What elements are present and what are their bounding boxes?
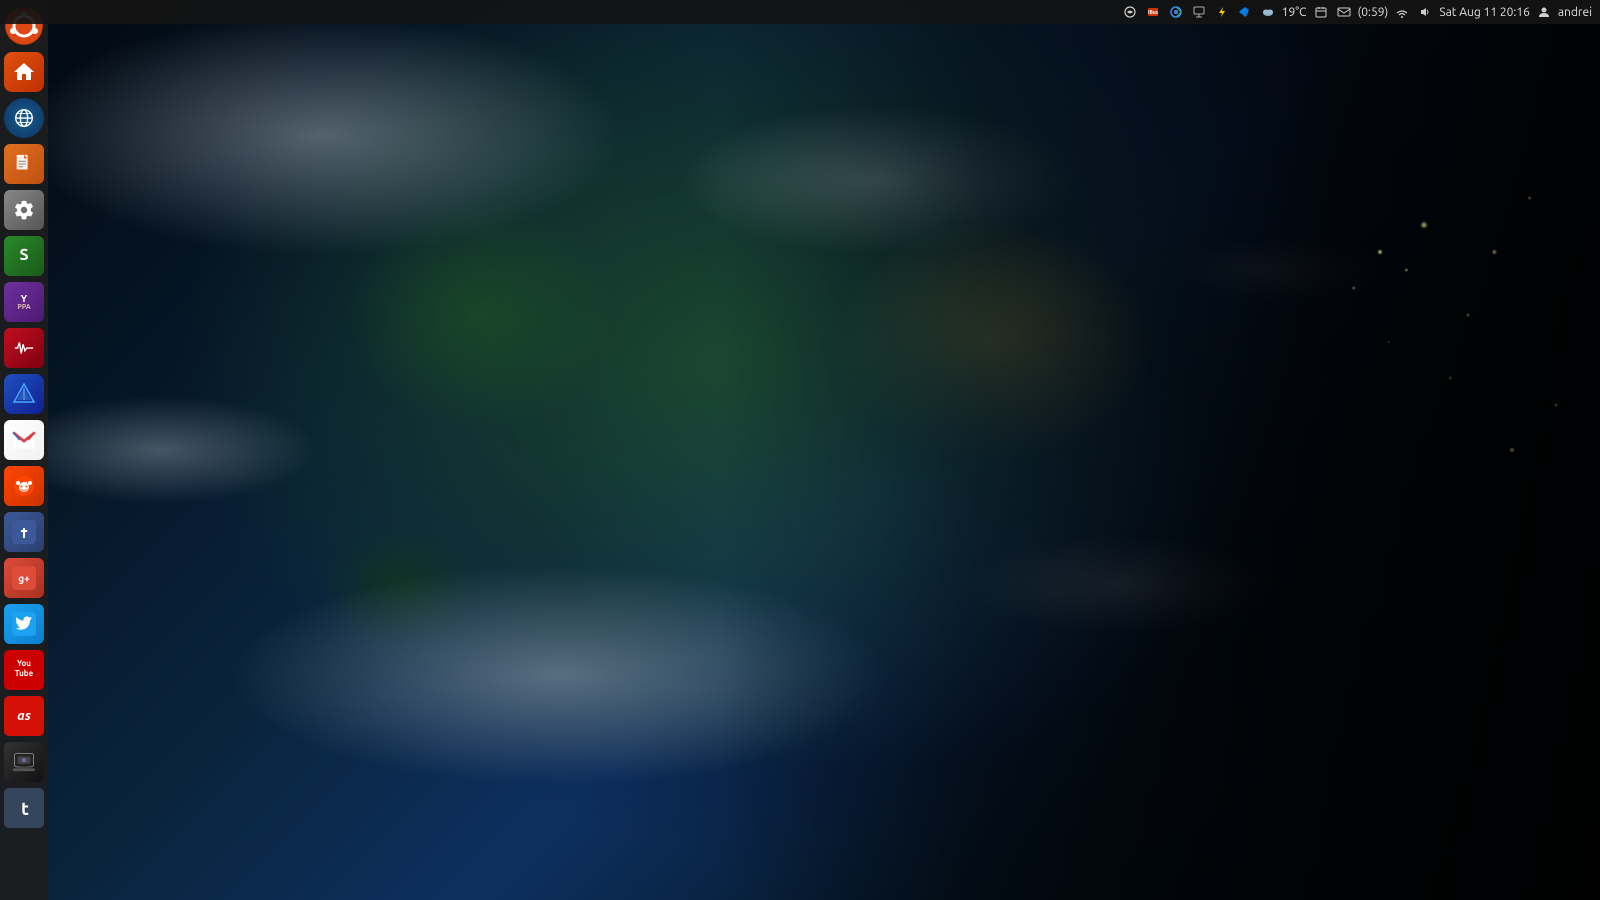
sidebar-item-screenshot[interactable] (2, 740, 46, 784)
sidebar-item-settings[interactable] (2, 188, 46, 232)
sidebar-item-pulseaudio[interactable] (2, 326, 46, 370)
sidebar-item-reddit[interactable] (2, 464, 46, 508)
wifi-icon[interactable] (1393, 3, 1411, 21)
bolt-icon[interactable] (1213, 3, 1231, 21)
temperature-display: 19°C (1282, 6, 1307, 19)
sidebar-item-prism[interactable] (2, 372, 46, 416)
email-icon[interactable] (1335, 3, 1353, 21)
taskbar-right: IBus 19°C (0:59) (1121, 3, 1592, 21)
weather-cloud-icon[interactable] (1259, 3, 1277, 21)
sidebar-item-files[interactable] (2, 50, 46, 94)
sidebar-item-synaptic[interactable]: S (2, 234, 46, 278)
monitor-icon[interactable] (1190, 3, 1208, 21)
svg-text:Tube: Tube (15, 669, 34, 678)
sidebar-launcher: S Y PPA (0, 0, 48, 900)
svg-text:IBus: IBus (1148, 9, 1159, 15)
svg-text:t: t (21, 799, 29, 819)
volume-icon[interactable] (1416, 3, 1434, 21)
battery-display: (0:59) (1358, 6, 1389, 19)
ibus-icon[interactable]: IBus (1144, 3, 1162, 21)
sidebar-item-tumblr[interactable]: t (2, 786, 46, 830)
sidebar-item-googleplus[interactable]: g+ (2, 556, 46, 600)
sidebar-item-lastfm[interactable]: as (2, 694, 46, 738)
svg-text:g+: g+ (18, 573, 30, 584)
svg-text:You: You (17, 659, 31, 668)
sidebar-item-yppa[interactable]: Y PPA (2, 280, 46, 324)
calendar-icon[interactable] (1312, 3, 1330, 21)
sidebar-item-twitter[interactable] (2, 602, 46, 646)
sidebar-item-gmail[interactable] (2, 418, 46, 462)
username-display: andrei (1558, 6, 1592, 19)
dropbox-icon[interactable] (1236, 3, 1254, 21)
taskbar: IBus 19°C (0:59) (0, 0, 1600, 24)
sidebar-item-facebook[interactable] (2, 510, 46, 554)
sidebar-item-document[interactable] (2, 142, 46, 186)
user-icon[interactable] (1535, 3, 1553, 21)
desktop: IBus 19°C (0:59) (0, 0, 1600, 900)
city-lights (720, 0, 1600, 900)
svg-text:as: as (17, 709, 31, 723)
datetime-display: Sat Aug 11 20:16 (1439, 6, 1530, 19)
sidebar-item-browser[interactable] (2, 96, 46, 140)
sidebar-item-youtube[interactable]: You Tube (2, 648, 46, 692)
chrome-icon[interactable] (1167, 3, 1185, 21)
hurricane-icon[interactable] (1121, 3, 1139, 21)
